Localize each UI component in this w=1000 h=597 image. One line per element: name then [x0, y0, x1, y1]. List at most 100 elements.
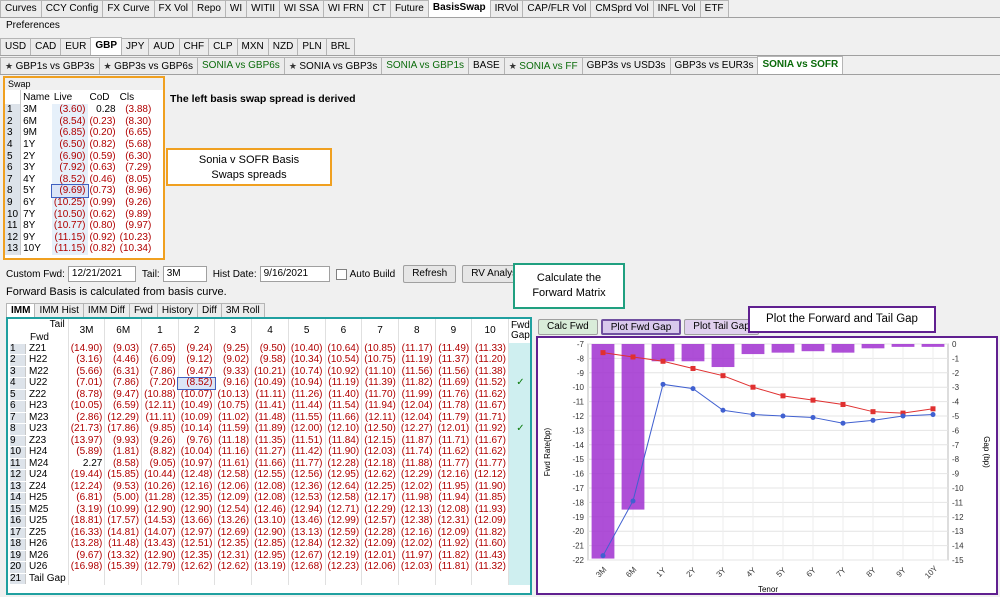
matrix-column-header[interactable]: 10	[471, 319, 509, 343]
matrix-cell[interactable]: (12.11)	[361, 412, 399, 424]
fwd-gap-checkmark-icon[interactable]	[508, 446, 530, 458]
matrix-cell[interactable]: (11.27)	[251, 446, 289, 458]
swap-cell[interactable]: (9.69)	[50, 184, 89, 198]
matrix-cell[interactable]: (11.94)	[361, 400, 399, 412]
matrix-cell[interactable]: (16.33)	[68, 527, 106, 539]
currency-tab[interactable]: CLP	[208, 38, 238, 55]
matrix-cell[interactable]: (12.59)	[325, 527, 363, 539]
matrix-cell[interactable]	[435, 573, 473, 585]
matrix-cell[interactable]: (10.07)	[178, 389, 216, 401]
matrix-cell[interactable]: (6.59)	[104, 400, 143, 412]
matrix-cell[interactable]: (11.82)	[398, 377, 436, 389]
matrix-cell[interactable]: (19.44)	[68, 469, 106, 481]
matrix-cell[interactable]: (12.31)	[435, 515, 473, 527]
gap-bar[interactable]	[741, 344, 765, 355]
matrix-cell[interactable]: (12.08)	[435, 504, 473, 516]
custom-fwd-input[interactable]: 12/21/2021	[67, 266, 136, 282]
matrix-cell[interactable]: (7.86)	[141, 366, 179, 378]
swap-column-header[interactable]: CoD	[87, 90, 118, 104]
matrix-cell[interactable]: (11.98)	[398, 492, 436, 504]
series-point[interactable]	[930, 412, 936, 418]
fwd-gap-checkmark-icon[interactable]	[508, 550, 530, 562]
matrix-cell[interactable]: (10.21)	[251, 366, 289, 378]
matrix-cell[interactable]: (12.71)	[325, 504, 363, 516]
matrix-cell[interactable]: (11.84)	[325, 435, 363, 447]
matrix-cell[interactable]: (12.01)	[361, 550, 399, 562]
matrix-cell[interactable]: (11.16)	[214, 446, 253, 458]
currency-tab[interactable]: PLN	[297, 38, 327, 55]
matrix-column-header[interactable]: 9	[435, 319, 473, 343]
series-point[interactable]	[660, 381, 666, 387]
matrix-cell[interactable]: (12.84)	[288, 538, 326, 550]
matrix-cell[interactable]: (12.64)	[325, 481, 363, 493]
matrix-cell[interactable]: (11.69)	[435, 377, 473, 389]
fwd-gap-checkmark-icon[interactable]	[508, 504, 530, 516]
top-tab[interactable]: WI SSA	[279, 0, 325, 17]
matrix-cell[interactable]: (11.10)	[361, 366, 399, 378]
matrix-cell[interactable]: (15.85)	[104, 469, 143, 481]
matrix-cell[interactable]: (12.29)	[361, 504, 399, 516]
swap-cell[interactable]: (8.52)	[51, 173, 88, 186]
matrix-cell[interactable]: 2.27	[68, 458, 106, 470]
matrix-cell[interactable]: (9.47)	[178, 366, 216, 378]
matrix-cell[interactable]: (10.34)	[288, 354, 326, 366]
matrix-cell[interactable]: (11.56)	[435, 366, 473, 378]
matrix-cell[interactable]: (17.86)	[104, 423, 143, 435]
matrix-cell[interactable]: (11.38)	[471, 366, 509, 378]
matrix-cell[interactable]: (12.90)	[141, 550, 179, 562]
basis-tab[interactable]: SONIA vs FF	[503, 57, 583, 74]
matrix-cell[interactable]: (6.81)	[68, 492, 106, 504]
matrix-cell[interactable]: (11.79)	[435, 412, 473, 424]
matrix-cell[interactable]: (11.35)	[251, 435, 289, 447]
matrix-cell[interactable]: (12.27)	[398, 423, 436, 435]
matrix-cell[interactable]: (10.85)	[361, 343, 399, 355]
top-tab[interactable]: WI	[224, 0, 248, 17]
gap-bar[interactable]	[921, 344, 945, 347]
matrix-cell[interactable]: (12.94)	[288, 504, 326, 516]
matrix-cell[interactable]: (11.77)	[435, 458, 473, 470]
matrix-cell[interactable]: (10.04)	[178, 446, 216, 458]
matrix-cell[interactable]: (14.07)	[141, 527, 179, 539]
preferences-menu[interactable]: Preferences	[6, 20, 60, 31]
matrix-column-header[interactable]: 2	[178, 319, 216, 343]
currency-tab[interactable]: BRL	[325, 38, 356, 55]
matrix-cell[interactable]: (11.28)	[141, 492, 179, 504]
gap-bar[interactable]	[861, 344, 885, 349]
matrix-cell[interactable]: (11.90)	[325, 446, 363, 458]
matrix-cell[interactable]: (12.09)	[471, 515, 509, 527]
swap-cell[interactable]: (7.92)	[51, 161, 88, 174]
matrix-cell[interactable]: (10.26)	[141, 481, 179, 493]
currency-tab[interactable]: USD	[0, 38, 32, 55]
matrix-cell[interactable]: (12.28)	[325, 458, 363, 470]
fwd-gap-checkmark-icon[interactable]	[508, 492, 530, 504]
matrix-cell[interactable]: (10.97)	[178, 458, 216, 470]
matrix-cell[interactable]: (12.31)	[214, 550, 253, 562]
matrix-cell[interactable]: (11.93)	[471, 504, 509, 516]
matrix-cell[interactable]: (11.76)	[435, 389, 473, 401]
gap-bar[interactable]	[711, 344, 735, 368]
matrix-cell[interactable]: (8.58)	[104, 458, 143, 470]
matrix-cell[interactable]: (14.90)	[68, 343, 106, 355]
gap-bar[interactable]	[621, 344, 645, 510]
matrix-cell[interactable]: (11.67)	[471, 400, 509, 412]
matrix-cell[interactable]: (15.39)	[104, 561, 143, 573]
matrix-cell[interactable]: (12.67)	[288, 550, 326, 562]
matrix-tab[interactable]: Diff	[196, 303, 222, 317]
matrix-cell[interactable]: (11.51)	[288, 435, 326, 447]
series-point[interactable]	[600, 553, 606, 559]
matrix-tab[interactable]: IMM	[6, 303, 36, 317]
matrix-cell[interactable]: (7.65)	[141, 343, 179, 355]
fwd-gap-checkmark-icon[interactable]	[508, 515, 530, 527]
swap-column-header[interactable]: Name	[20, 90, 52, 104]
hist-date-input[interactable]: 9/16/2021	[259, 266, 330, 282]
matrix-cell[interactable]: (11.81)	[435, 561, 473, 573]
swap-column-header[interactable]: Live	[51, 90, 88, 104]
matrix-column-header[interactable]: 8	[398, 319, 436, 343]
top-tab[interactable]: WI FRN	[323, 0, 369, 17]
matrix-cell[interactable]: (7.01)	[68, 377, 106, 389]
swap-cell[interactable]: (6.90)	[51, 150, 88, 162]
matrix-cell[interactable]: (12.35)	[178, 492, 216, 504]
matrix-cell[interactable]: (10.75)	[361, 354, 399, 366]
fwd-gap-checkmark-icon[interactable]	[508, 469, 530, 481]
currency-tab[interactable]: AUD	[148, 38, 180, 55]
